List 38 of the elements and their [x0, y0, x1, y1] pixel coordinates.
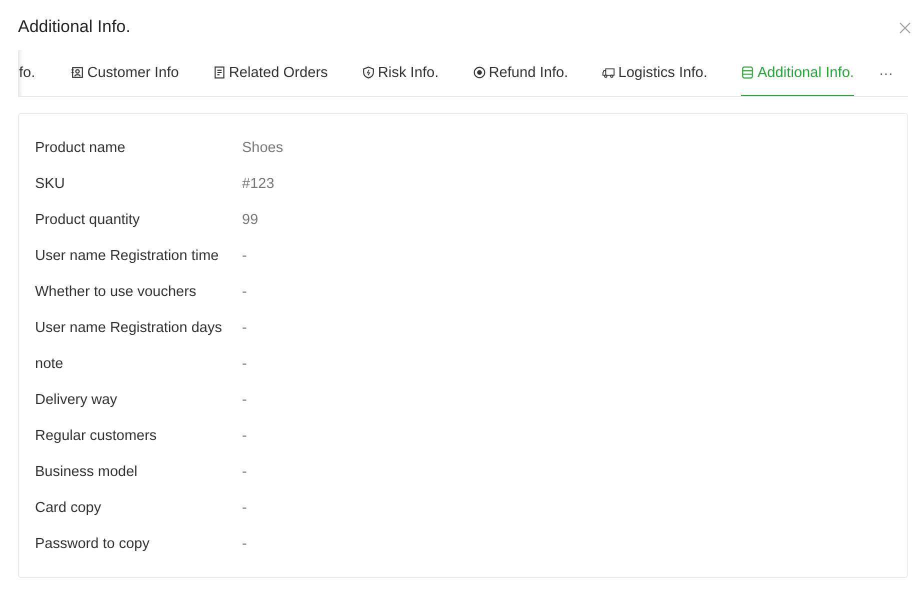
- field-label: User name Registration time: [35, 248, 220, 264]
- document-icon: [212, 66, 226, 79]
- field-value: -: [242, 536, 247, 552]
- field-value: -: [242, 320, 247, 336]
- field-value: -: [242, 284, 247, 300]
- field-value: -: [242, 392, 247, 408]
- tab[interactable]: fo.: [18, 50, 36, 96]
- field-value: Shoes: [242, 140, 284, 156]
- field-label: Regular customers: [35, 428, 158, 444]
- field-value: -: [242, 356, 247, 372]
- tab[interactable]: Customer Info: [71, 50, 179, 96]
- field-label: Product quantity: [35, 212, 141, 228]
- shield-icon: [362, 66, 375, 79]
- more-tabs-button[interactable]: ···: [879, 65, 893, 81]
- field-label: note: [35, 356, 64, 372]
- field-label: Business model: [35, 464, 138, 480]
- truck-icon: [602, 66, 616, 79]
- field-label: User name Registration days: [35, 320, 223, 336]
- tab[interactable]: Related Orders: [212, 50, 328, 96]
- field-label: Product name: [35, 140, 126, 156]
- field-value: 99: [242, 212, 258, 228]
- tab[interactable]: Logistics Info.: [602, 50, 708, 96]
- field-value: -: [242, 500, 247, 516]
- field-value: -: [242, 428, 247, 444]
- tab[interactable]: Risk Info.: [362, 50, 439, 96]
- field-label: Password to copy: [35, 536, 150, 552]
- database-icon: [741, 66, 754, 79]
- dialog-title: Additional Info.: [18, 17, 130, 37]
- field-label: Delivery way: [35, 392, 118, 408]
- field-value: -: [242, 464, 247, 480]
- field-label: Card copy: [35, 500, 102, 516]
- field-value: #123: [242, 176, 274, 192]
- tab[interactable]: Refund Info.: [472, 50, 568, 96]
- field-label: SKU: [35, 176, 66, 192]
- field-value: -: [242, 248, 247, 264]
- field-label: Whether to use vouchers: [35, 284, 198, 300]
- contact-card-icon: [71, 66, 84, 79]
- close-icon[interactable]: [899, 22, 911, 34]
